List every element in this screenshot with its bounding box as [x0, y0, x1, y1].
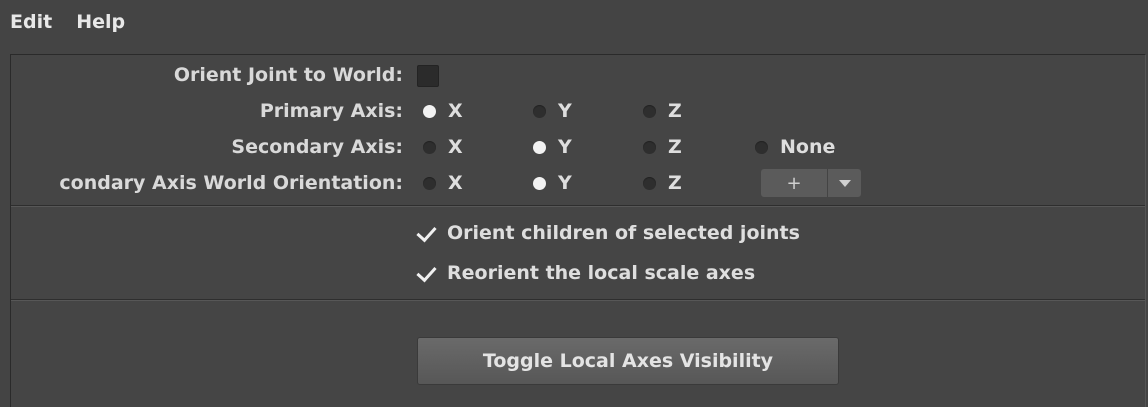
checkmark-icon [416, 261, 437, 283]
orient-children-label: Orient children of selected joints [447, 222, 800, 244]
secondary-world-y-label: Y [558, 172, 572, 194]
menu-help[interactable]: Help [76, 11, 125, 33]
secondary-axis-none-radio[interactable]: None [755, 129, 835, 165]
separator [11, 205, 1145, 207]
radio-off-icon [533, 104, 546, 118]
secondary-axis-row: Secondary Axis: X Y Z None [11, 129, 1145, 165]
radio-off-icon [423, 140, 436, 154]
plus-icon[interactable]: + [761, 169, 828, 197]
secondary-world-label: condary Axis World Orientation: [59, 172, 403, 194]
orient-to-world-label: Orient Joint to World: [173, 64, 403, 86]
separator [11, 299, 1145, 301]
secondary-world-y-radio[interactable]: Y [533, 165, 572, 201]
reorient-scale-label: Reorient the local scale axes [447, 262, 756, 284]
orient-joint-panel: Orient Joint to World: Primary Axis: X Y… [10, 54, 1146, 407]
secondary-world-x-label: X [448, 172, 463, 194]
primary-axis-row: Primary Axis: X Y Z [11, 93, 1145, 129]
chevron-down-icon [838, 179, 851, 187]
menu-bar: Edit Help [0, 0, 1148, 44]
secondary-axis-z-label: Z [668, 136, 682, 158]
orient-to-world-checkbox[interactable] [417, 65, 439, 87]
menu-edit[interactable]: Edit [10, 11, 52, 33]
world-orientation-split-button[interactable]: + [761, 169, 861, 197]
checkmark-icon [416, 221, 437, 243]
secondary-axis-x-radio[interactable]: X [423, 129, 463, 165]
radio-off-icon [423, 176, 436, 190]
secondary-axis-label: Secondary Axis: [231, 136, 403, 158]
primary-axis-label-wrap: Primary Axis: [11, 93, 403, 129]
secondary-axis-z-radio[interactable]: Z [643, 129, 682, 165]
radio-off-icon [643, 140, 656, 154]
primary-axis-z-label: Z [668, 100, 682, 122]
secondary-axis-x-label: X [448, 136, 463, 158]
radio-on-icon [533, 176, 546, 190]
radio-on-icon [533, 140, 546, 154]
primary-axis-label: Primary Axis: [259, 100, 403, 122]
radio-on-icon [423, 104, 436, 118]
primary-axis-z-radio[interactable]: Z [643, 93, 682, 129]
radio-off-icon [643, 176, 656, 190]
primary-axis-x-label: X [448, 100, 463, 122]
radio-off-icon [643, 104, 656, 118]
secondary-axis-y-radio[interactable]: Y [533, 129, 572, 165]
orient-to-world-row: Orient Joint to World: [11, 57, 1145, 93]
primary-axis-y-radio[interactable]: Y [533, 93, 572, 129]
secondary-world-x-radio[interactable]: X [423, 165, 463, 201]
orient-children-checkbox[interactable] [416, 221, 437, 243]
reorient-scale-checkbox[interactable] [416, 261, 437, 283]
secondary-world-row: condary Axis World Orientation: X Y Z + [11, 165, 1145, 201]
primary-axis-x-radio[interactable]: X [423, 93, 463, 129]
dropdown-button[interactable] [828, 169, 861, 197]
secondary-axis-label-wrap: Secondary Axis: [11, 129, 403, 165]
radio-off-icon [755, 140, 768, 154]
secondary-world-z-radio[interactable]: Z [643, 165, 682, 201]
secondary-world-label-wrap: condary Axis World Orientation: [11, 165, 403, 201]
primary-axis-y-label: Y [558, 100, 572, 122]
secondary-axis-none-label: None [780, 136, 836, 158]
orient-children-option[interactable]: Orient children of selected joints [416, 215, 800, 251]
secondary-world-z-label: Z [668, 172, 682, 194]
toggle-local-axes-button[interactable]: Toggle Local Axes Visibility [417, 337, 839, 385]
reorient-scale-option[interactable]: Reorient the local scale axes [416, 255, 756, 291]
orient-to-world-label-wrap: Orient Joint to World: [11, 57, 403, 93]
secondary-axis-y-label: Y [558, 136, 572, 158]
